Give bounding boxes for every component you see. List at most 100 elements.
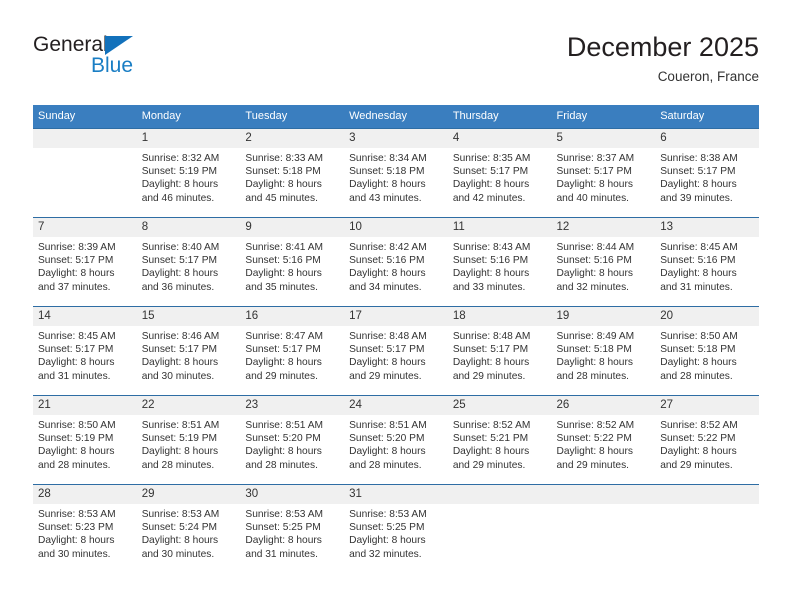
calendar-grid: Sunday Monday Tuesday Wednesday Thursday… [33,105,759,573]
calendar-day-cell[interactable]: 8 Sunrise: 8:40 AM Sunset: 5:17 PM Daylight… [136,217,241,307]
day-number: 9 [240,218,345,237]
daylight-text: Daylight: 8 hours [349,268,426,280]
calendar-day-cell[interactable]: 23 Sunrise: 8:51 AM Sunset: 5:20 PM Dayligh… [240,395,345,485]
day-number: 2 [240,129,345,148]
day-info: Sunrise: 8:50 AM Sunset: 5:18 PM Daylight:… [655,326,759,383]
calendar-day-cell-empty [551,484,656,573]
calendar-day-cell[interactable]: 1 Sunrise: 8:32 AM Sunset: 5:19 PM Daylight… [136,128,241,218]
calendar-day-cell[interactable]: 29 Sunrise: 8:53 AM Sunset: 5:24 PM Dayligh… [136,484,241,573]
daylight-text: Daylight: 8 hours [245,357,322,369]
calendar-week-row: 1 Sunrise: 8:32 AM Sunset: 5:19 PM Daylight… [33,128,759,218]
day-number: 10 [344,218,448,237]
day-number: 6 [655,129,759,148]
calendar-day-cell[interactable]: 12 Sunrise: 8:44 AM Sunset: 5:16 PM Dayligh… [551,217,656,307]
sunrise-text: Sunrise: 8:45 AM [660,242,738,253]
daylight-text-cont: and 40 minutes. [556,192,630,204]
calendar-day-cell[interactable]: 19 Sunrise: 8:49 AM Sunset: 5:18 PM Dayligh… [551,306,656,396]
daylight-text: Daylight: 8 hours [141,179,219,191]
calendar-day-cell[interactable]: 7 Sunrise: 8:39 AM Sunset: 5:17 PM Daylight… [33,217,137,307]
calendar-day-cell[interactable]: 5 Sunrise: 8:37 AM Sunset: 5:17 PM Daylight… [551,128,656,218]
calendar-day-cell[interactable]: 21 Sunrise: 8:50 AM Sunset: 5:19 PM Dayligh… [33,395,137,485]
daylight-text: Daylight: 8 hours [452,268,530,280]
sunrise-text: Sunrise: 8:34 AM [349,153,427,164]
daylight-text-cont: and 28 minutes. [660,370,733,382]
weekday-header-saturday: Saturday [655,105,759,129]
day-info: Sunrise: 8:46 AM Sunset: 5:17 PM Daylight:… [137,326,241,383]
calendar-day-cell[interactable]: 18 Sunrise: 8:48 AM Sunset: 5:17 PM Dayligh… [447,306,552,396]
day-info: Sunrise: 8:34 AM Sunset: 5:18 PM Daylight:… [344,148,448,205]
day-info: Sunrise: 8:48 AM Sunset: 5:17 PM Daylight:… [448,326,552,383]
calendar-day-cell[interactable]: 3 Sunrise: 8:34 AM Sunset: 5:18 PM Daylight… [344,128,448,218]
sunset-text: Sunset: 5:17 PM [452,166,529,178]
day-info: Sunrise: 8:38 AM Sunset: 5:17 PM Daylight:… [655,148,759,205]
day-number: 7 [33,218,137,237]
weekday-header-row: Sunday Monday Tuesday Wednesday Thursday… [33,105,759,129]
daylight-text-cont: and 30 minutes. [141,370,215,382]
sunset-text: Sunset: 5:18 PM [349,166,425,178]
daylight-text: Daylight: 8 hours [452,357,530,369]
calendar-day-cell[interactable]: 2 Sunrise: 8:33 AM Sunset: 5:18 PM Daylight… [240,128,345,218]
sunrise-text: Sunrise: 8:51 AM [245,420,323,431]
calendar-day-cell[interactable]: 22 Sunrise: 8:51 AM Sunset: 5:19 PM Dayligh… [136,395,241,485]
daylight-text-cont: and 29 minutes. [556,459,630,471]
daylight-text: Daylight: 8 hours [556,446,633,458]
calendar-day-cell[interactable]: 31 Sunrise: 8:53 AM Sunset: 5:25 PM Dayligh… [344,484,448,573]
day-number: 4 [447,129,552,148]
day-number: 25 [447,396,552,415]
day-number: 26 [551,396,656,415]
calendar-day-cell[interactable]: 16 Sunrise: 8:47 AM Sunset: 5:17 PM Dayligh… [240,306,345,396]
daylight-text-cont: and 29 minutes. [245,370,318,382]
calendar-day-cell-empty [655,484,759,573]
calendar-day-cell[interactable]: 17 Sunrise: 8:48 AM Sunset: 5:17 PM Dayligh… [344,306,448,396]
day-info: Sunrise: 8:47 AM Sunset: 5:17 PM Daylight:… [240,326,344,383]
daylight-text: Daylight: 8 hours [660,179,737,191]
daylight-text: Daylight: 8 hours [556,268,633,280]
calendar-day-cell[interactable]: 9 Sunrise: 8:41 AM Sunset: 5:16 PM Daylight… [240,217,345,307]
day-info: Sunrise: 8:45 AM Sunset: 5:17 PM Daylight:… [33,326,137,383]
sunrise-text: Sunrise: 8:35 AM [452,153,531,164]
day-number: 5 [551,129,656,148]
calendar-day-cell[interactable]: 10 Sunrise: 8:42 AM Sunset: 5:16 PM Dayligh… [344,217,448,307]
calendar-day-cell[interactable]: 14 Sunrise: 8:45 AM Sunset: 5:17 PM Dayligh… [33,306,137,396]
sunset-text: Sunset: 5:16 PM [452,255,529,267]
page-header: General Blue December 2025 Coueron, Fran… [33,30,759,98]
calendar-week-row: 7 Sunrise: 8:39 AM Sunset: 5:17 PM Daylight… [33,217,759,307]
daylight-text-cont: and 31 minutes. [660,281,733,293]
calendar-day-cell[interactable]: 20 Sunrise: 8:50 AM Sunset: 5:18 PM Dayligh… [655,306,759,396]
sunrise-text: Sunrise: 8:52 AM [660,420,738,431]
page-title: December 2025 [566,32,759,62]
calendar-day-cell[interactable]: 25 Sunrise: 8:52 AM Sunset: 5:21 PM Dayligh… [447,395,552,485]
daylight-text-cont: and 28 minutes. [245,459,318,471]
calendar-day-cell[interactable]: 6 Sunrise: 8:38 AM Sunset: 5:17 PM Daylight… [655,128,759,218]
day-number: 27 [655,396,759,415]
sunrise-text: Sunrise: 8:47 AM [245,331,323,342]
sunset-text: Sunset: 5:16 PM [349,255,425,267]
daylight-text: Daylight: 8 hours [452,179,530,191]
sunrise-text: Sunrise: 8:37 AM [556,153,635,164]
day-info: Sunrise: 8:37 AM Sunset: 5:17 PM Daylight:… [552,148,656,205]
day-number: 16 [240,307,345,326]
daylight-text: Daylight: 8 hours [349,535,426,547]
daylight-text-cont: and 39 minutes. [660,192,733,204]
calendar-day-cell[interactable]: 4 Sunrise: 8:35 AM Sunset: 5:17 PM Daylight… [447,128,552,218]
daylight-text-cont: and 46 minutes. [141,192,215,204]
day-info: Sunrise: 8:48 AM Sunset: 5:17 PM Daylight:… [344,326,448,383]
day-info: Sunrise: 8:51 AM Sunset: 5:20 PM Daylight:… [344,415,448,472]
calendar-day-cell[interactable]: 27 Sunrise: 8:52 AM Sunset: 5:22 PM Dayligh… [655,395,759,485]
calendar-day-cell[interactable]: 30 Sunrise: 8:53 AM Sunset: 5:25 PM Dayligh… [240,484,345,573]
day-number: 1 [136,129,241,148]
calendar-day-cell[interactable]: 15 Sunrise: 8:46 AM Sunset: 5:17 PM Dayligh… [136,306,241,396]
day-info: Sunrise: 8:43 AM Sunset: 5:16 PM Daylight:… [448,237,552,294]
calendar-day-cell[interactable]: 28 Sunrise: 8:53 AM Sunset: 5:23 PM Dayligh… [33,484,137,573]
calendar-day-cell[interactable]: 13 Sunrise: 8:45 AM Sunset: 5:16 PM Dayligh… [655,217,759,307]
sunset-text: Sunset: 5:16 PM [660,255,736,267]
sunrise-text: Sunrise: 8:50 AM [38,420,116,431]
calendar-day-cell[interactable]: 26 Sunrise: 8:52 AM Sunset: 5:22 PM Dayligh… [551,395,656,485]
sunset-text: Sunset: 5:18 PM [245,166,321,178]
day-info: Sunrise: 8:53 AM Sunset: 5:25 PM Daylight:… [344,504,448,561]
day-info: Sunrise: 8:44 AM Sunset: 5:16 PM Daylight:… [552,237,656,294]
weekday-header-monday: Monday [136,105,241,129]
calendar-day-cell[interactable]: 11 Sunrise: 8:43 AM Sunset: 5:16 PM Dayligh… [447,217,552,307]
calendar-day-cell[interactable]: 24 Sunrise: 8:51 AM Sunset: 5:20 PM Dayligh… [344,395,448,485]
generalblue-logo[interactable]: General Blue [33,34,233,90]
